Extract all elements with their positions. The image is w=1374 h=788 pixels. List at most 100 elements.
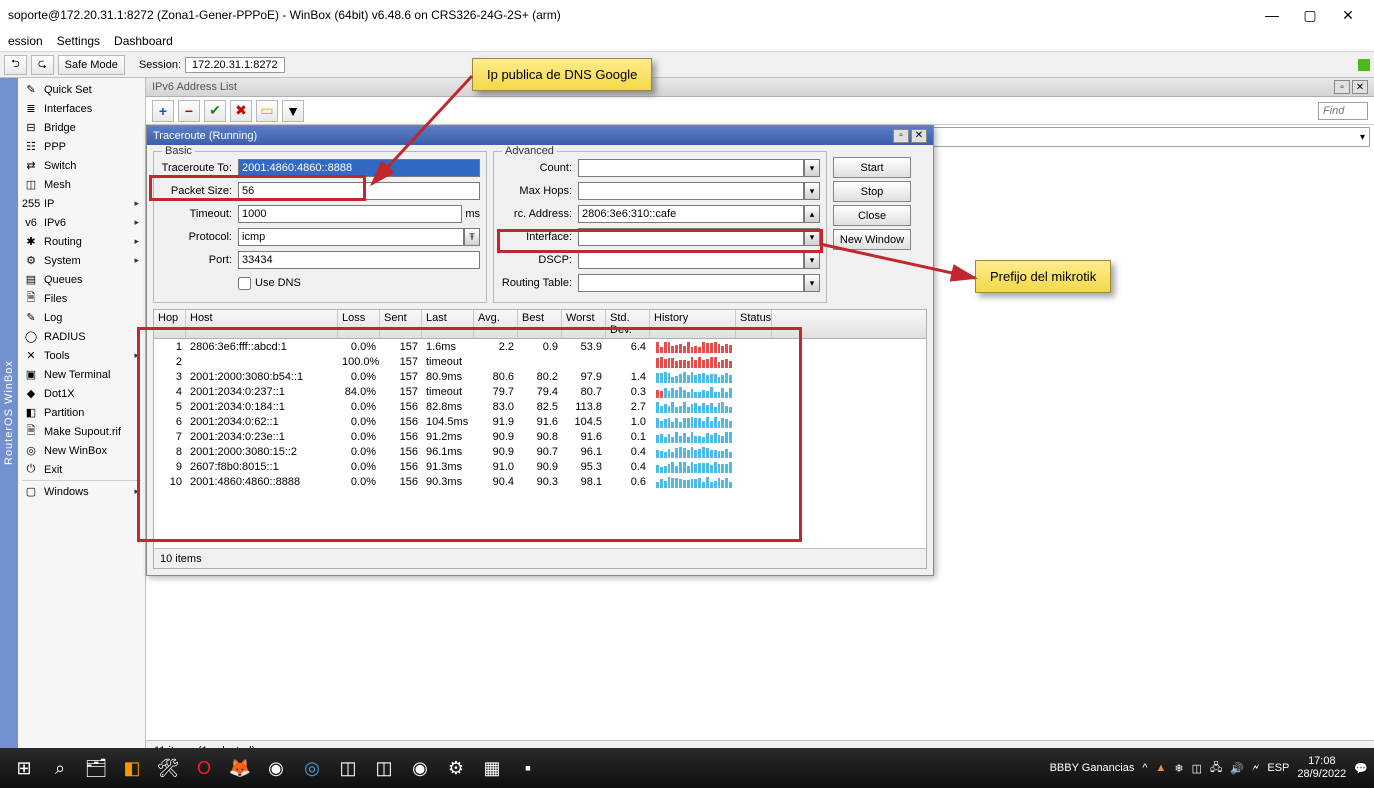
table-row[interactable]: 52001:2034:0:184::10.0%15682.8ms83.082.5…: [154, 399, 926, 414]
sidebar-item-ppp[interactable]: ☷PPP: [18, 137, 145, 156]
protocol-dropdown-icon[interactable]: Ŧ: [464, 228, 480, 246]
settings-icon[interactable]: ⚙: [438, 750, 474, 786]
th-worst[interactable]: Worst: [562, 310, 606, 338]
stop-button[interactable]: Stop: [833, 181, 911, 202]
sidebar-item-routing[interactable]: ✱Routing▸: [18, 232, 145, 251]
add-button[interactable]: +: [152, 100, 174, 122]
table-row[interactable]: 92607:f8b0:8015::10.0%15691.3ms91.090.99…: [154, 459, 926, 474]
sidebar-item-exit[interactable]: ⏻Exit: [18, 460, 145, 479]
subwin-minimize-icon[interactable]: ▫: [1334, 80, 1350, 94]
start-icon[interactable]: ⊞: [6, 750, 42, 786]
dscp-dropdown-icon[interactable]: ▾: [804, 251, 820, 269]
close-button[interactable]: Close: [833, 205, 911, 226]
th-sent[interactable]: Sent: [380, 310, 422, 338]
chrome-icon[interactable]: ◉: [258, 750, 294, 786]
tr-minimize-icon[interactable]: ▫: [893, 129, 909, 143]
redo-button[interactable]: ⮎: [31, 55, 54, 75]
sidebar-item-radius[interactable]: ◯RADIUS: [18, 327, 145, 346]
app-icon-3[interactable]: ▦: [474, 750, 510, 786]
tray-lang[interactable]: ESP: [1267, 762, 1289, 774]
table-row[interactable]: 62001:2034:0:62::10.0%156104.5ms91.991.6…: [154, 414, 926, 429]
sidebar-item-windows[interactable]: ▢Windows▸: [18, 482, 145, 501]
tray-icon-1[interactable]: ▲: [1156, 762, 1167, 774]
chrome2-icon[interactable]: ◉: [402, 750, 438, 786]
start-button[interactable]: Start: [833, 157, 911, 178]
port-input[interactable]: [238, 251, 480, 269]
remove-button[interactable]: −: [178, 100, 200, 122]
opera-icon[interactable]: O: [186, 750, 222, 786]
table-row[interactable]: 82001:2000:3080:15::20.0%15696.1ms90.990…: [154, 444, 926, 459]
tray-network-icon[interactable]: 🖧: [1210, 759, 1222, 778]
sidebar-item-mesh[interactable]: ◫Mesh: [18, 175, 145, 194]
explorer-icon[interactable]: 🗂: [78, 750, 114, 786]
th-last[interactable]: Last: [422, 310, 474, 338]
sidebar-item-system[interactable]: ⚙System▸: [18, 251, 145, 270]
close-icon[interactable]: ✕: [1336, 4, 1360, 26]
dscp-input[interactable]: [578, 251, 804, 269]
winbox-icon[interactable]: ◎: [294, 750, 330, 786]
safe-mode-button[interactable]: Safe Mode: [58, 55, 125, 75]
use-dns-checkbox[interactable]: [238, 277, 251, 290]
table-row[interactable]: 12806:3e6:fff::abcd:10.0%1571.6ms2.20.95…: [154, 339, 926, 354]
th-loss[interactable]: Loss: [338, 310, 380, 338]
th-host[interactable]: Host: [186, 310, 338, 338]
traceroute-to-input[interactable]: [238, 159, 480, 177]
app-icon-1[interactable]: ◫: [330, 750, 366, 786]
subwin-close-icon[interactable]: ✕: [1352, 80, 1368, 94]
sidebar-item-ip[interactable]: 255IP▸: [18, 194, 145, 213]
sidebar-item-tools[interactable]: ✕Tools▸: [18, 346, 145, 365]
new-window-button[interactable]: New Window: [833, 229, 911, 250]
enable-button[interactable]: ✔: [204, 100, 226, 122]
find-input[interactable]: [1318, 102, 1368, 120]
search-icon[interactable]: ⌕: [42, 750, 78, 786]
sidebar-item-bridge[interactable]: ⊟Bridge: [18, 118, 145, 137]
minimize-icon[interactable]: ―: [1260, 4, 1284, 26]
th-best[interactable]: Best: [518, 310, 562, 338]
sidebar-item-quick-set[interactable]: ✎Quick Set: [18, 80, 145, 99]
widget-bbby[interactable]: BBBY Ganancias: [1050, 762, 1135, 774]
th-hist[interactable]: History: [650, 310, 736, 338]
tool-icon[interactable]: 🛠: [150, 750, 186, 786]
sidebar-item-queues[interactable]: ▤Queues: [18, 270, 145, 289]
maxhops-input[interactable]: [578, 182, 804, 200]
th-std[interactable]: Std. Dev.: [606, 310, 650, 338]
sublime-icon[interactable]: ◧: [114, 750, 150, 786]
tray-chevron-icon[interactable]: ^: [1142, 762, 1147, 774]
routingtable-dropdown-icon[interactable]: ▾: [804, 274, 820, 292]
back-button[interactable]: ⮌: [4, 55, 27, 75]
srcaddr-input[interactable]: [578, 205, 804, 223]
menu-settings[interactable]: Settings: [57, 34, 100, 48]
comment-button[interactable]: ▭: [256, 100, 278, 122]
maximize-icon[interactable]: ▢: [1298, 4, 1322, 26]
table-row[interactable]: 42001:2034:0:237::184.0%157timeout79.779…: [154, 384, 926, 399]
count-dropdown-icon[interactable]: ▾: [804, 159, 820, 177]
sidebar-item-new-terminal[interactable]: ▣New Terminal: [18, 365, 145, 384]
sidebar-item-dot1x[interactable]: ◆Dot1X: [18, 384, 145, 403]
packet-size-input[interactable]: [238, 182, 480, 200]
app-icon-2[interactable]: ◫: [366, 750, 402, 786]
routingtable-input[interactable]: [578, 274, 804, 292]
menu-session[interactable]: ession: [8, 34, 43, 48]
sidebar-item-log[interactable]: ✎Log: [18, 308, 145, 327]
sidebar-item-switch[interactable]: ⇄Switch: [18, 156, 145, 175]
sidebar-item-new-winbox[interactable]: ◎New WinBox: [18, 441, 145, 460]
sidebar-item-interfaces[interactable]: ≣Interfaces: [18, 99, 145, 118]
table-row[interactable]: 32001:2000:3080:b54::10.0%15780.9ms80.68…: [154, 369, 926, 384]
protocol-input[interactable]: [238, 228, 464, 246]
table-row[interactable]: 102001:4860:4860::88880.0%15690.3ms90.49…: [154, 474, 926, 489]
interface-input[interactable]: [578, 228, 804, 246]
sidebar-item-ipv6[interactable]: v6IPv6▸: [18, 213, 145, 232]
tray-icon-2[interactable]: ❄: [1174, 762, 1183, 775]
count-input[interactable]: [578, 159, 804, 177]
interface-dropdown-icon[interactable]: ▾: [804, 228, 820, 246]
terminal-icon[interactable]: ▪: [510, 750, 546, 786]
tray-icon-3[interactable]: ◫: [1192, 762, 1202, 775]
filter-icon[interactable]: ▼: [282, 100, 304, 122]
taskbar[interactable]: ⊞ ⌕ 🗂 ◧ 🛠 O 🦊 ◉ ◎ ◫ ◫ ◉ ⚙ ▦ ▪ BBBY Ganan…: [0, 748, 1374, 788]
table-row[interactable]: 2100.0%157timeout: [154, 354, 926, 369]
maxhops-dropdown-icon[interactable]: ▾: [804, 182, 820, 200]
th-status[interactable]: Status: [736, 310, 772, 338]
tr-close-icon[interactable]: ✕: [911, 129, 927, 143]
sidebar-item-partition[interactable]: ◧Partition: [18, 403, 145, 422]
firefox-icon[interactable]: 🦊: [222, 750, 258, 786]
